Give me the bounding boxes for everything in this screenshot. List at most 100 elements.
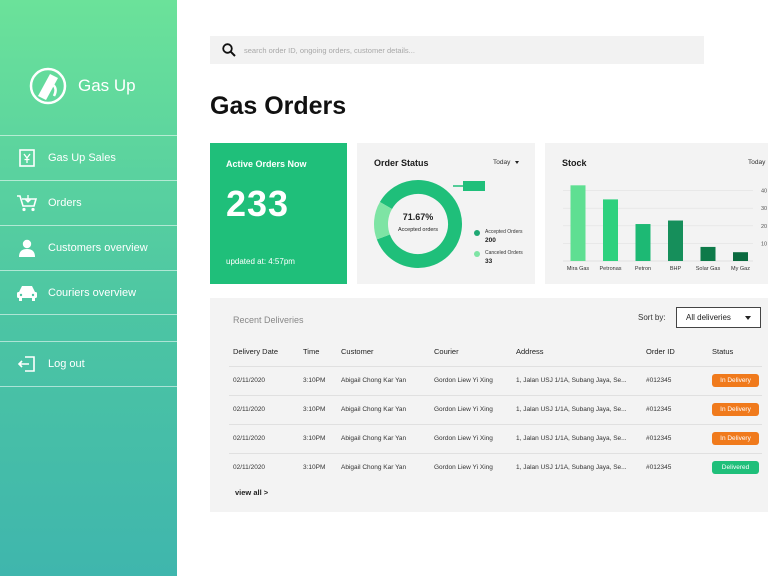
bar-bhp: [668, 220, 683, 261]
deliveries-table: Delivery Date Time Customer Courier Addr…: [229, 338, 762, 482]
bar-my-gaz: [733, 252, 748, 261]
active-orders-title: Active Orders Now: [226, 159, 307, 169]
column-header: Delivery Date: [233, 347, 279, 357]
status-badge: In Delivery: [712, 374, 759, 387]
y-tick-label: 30: [761, 206, 767, 212]
sidebar-item-label: Customers overview: [48, 242, 148, 254]
sidebar: Gas Up Gas Up Sales Orders Customers ove…: [0, 0, 177, 576]
cell-customer: Abigail Chong Kar Yan: [337, 365, 430, 395]
cell-time: 3:10PM: [299, 452, 337, 482]
cell-courier: Gordon Liew Yi Xing: [430, 365, 512, 395]
sidebar-divider: [0, 386, 177, 387]
x-tick-label: Solar Gas: [696, 266, 721, 272]
cell-date: 02/11/2020: [229, 452, 299, 482]
legend-canceled: Canceled Orders 33: [474, 250, 523, 265]
sidebar-item-gas-up-sales[interactable]: Gas Up Sales: [0, 135, 177, 180]
bar-solar-gas: [700, 246, 716, 261]
cell-courier: Gordon Liew Yi Xing: [430, 452, 512, 482]
cell-date: 02/11/2020: [229, 365, 299, 395]
cell-customer: Abigail Chong Kar Yan: [337, 423, 430, 453]
logout-icon: [16, 353, 38, 375]
legend-accepted: Accepted Orders 200: [474, 229, 523, 244]
donut-callout: [463, 181, 485, 191]
column-header: Order ID: [646, 347, 675, 357]
cell-address: 1, Jalan USJ 1/1A, Subang Jaya, Se...: [512, 394, 642, 424]
search-icon[interactable]: [214, 36, 244, 64]
sales-icon: [16, 147, 38, 169]
table-row[interactable]: 02/11/2020 3:10PM Abigail Chong Kar Yan …: [229, 423, 762, 453]
sidebar-item-orders[interactable]: Orders: [0, 180, 177, 225]
x-tick-label: Petronas: [599, 266, 621, 272]
car-icon: [16, 282, 38, 304]
sort-label: Sort by:: [638, 313, 666, 322]
column-header: Courier: [434, 347, 459, 357]
bar-petronas: [603, 199, 618, 261]
x-tick-label: BHP: [670, 266, 682, 272]
y-tick-label: 10: [761, 241, 767, 247]
donut-percent: 71.67%: [402, 212, 434, 222]
legend-label: Canceled Orders: [485, 250, 523, 256]
cell-address: 1, Jalan USJ 1/1A, Subang Jaya, Se...: [512, 452, 642, 482]
recent-deliveries-title: Recent Deliveries: [233, 315, 304, 325]
cell-courier: Gordon Liew Yi Xing: [430, 423, 512, 453]
logout-button[interactable]: Log out: [0, 341, 177, 386]
brand-logo[interactable]: Gas Up: [28, 66, 136, 106]
search-input[interactable]: [244, 45, 664, 55]
active-orders-updated: updated at: 4:57pm: [226, 257, 295, 266]
gas-up-logo-icon: [29, 67, 67, 105]
sidebar-item-label: Gas Up Sales: [48, 152, 116, 164]
bar-mira-gas: [570, 185, 586, 261]
cart-icon: [16, 192, 38, 214]
x-tick-label: Mira Gas: [567, 266, 590, 272]
table-row[interactable]: 02/11/2020 3:10PM Abigail Chong Kar Yan …: [229, 452, 762, 482]
search-bar: [210, 36, 704, 64]
table-header-row: Delivery Date Time Customer Courier Addr…: [229, 338, 762, 366]
legend-dot: [474, 230, 480, 236]
cell-order-id: #012345: [642, 423, 708, 453]
status-badge: In Delivery: [712, 403, 759, 416]
legend-label: Accepted Orders: [485, 229, 523, 235]
table-row[interactable]: 02/11/2020 3:10PM Abigail Chong Kar Yan …: [229, 365, 762, 395]
cell-customer: Abigail Chong Kar Yan: [337, 394, 430, 424]
cell-date: 02/11/2020: [229, 423, 299, 453]
bar-petron: [635, 224, 651, 261]
y-tick-label: 20: [761, 224, 767, 230]
cell-order-id: #012345: [642, 365, 708, 395]
legend-dot: [474, 251, 480, 257]
active-orders-count: 233: [226, 183, 290, 224]
logout-label: Log out: [48, 358, 85, 370]
page-title: Gas Orders: [210, 92, 347, 120]
cell-time: 3:10PM: [299, 423, 337, 453]
sidebar-item-label: Orders: [48, 197, 82, 209]
cell-address: 1, Jalan USJ 1/1A, Subang Jaya, Se...: [512, 423, 642, 453]
cell-order-id: #012345: [642, 452, 708, 482]
stock-card: Stock Today 40 30 20 10 Mira Gas Petronas Petr…: [545, 143, 768, 284]
cell-customer: Abigail Chong Kar Yan: [337, 452, 430, 482]
x-tick-label: Petron: [635, 266, 651, 272]
column-header: Customer: [341, 347, 374, 357]
sidebar-divider: [0, 314, 177, 315]
stock-bar-chart: 40 30 20 10 Mira Gas Petronas Petron BHP Solar G…: [563, 185, 767, 272]
cell-date: 02/11/2020: [229, 394, 299, 424]
column-header: Status: [712, 347, 734, 357]
legend-value: 200: [485, 237, 496, 244]
column-header: Time: [303, 347, 320, 357]
chevron-down-icon: [745, 315, 751, 320]
user-icon: [16, 237, 38, 259]
brand-name: Gas Up: [78, 76, 136, 95]
sort-dropdown[interactable]: All deliveries: [676, 307, 761, 328]
cell-time: 3:10PM: [299, 365, 337, 395]
table-row[interactable]: 02/11/2020 3:10PM Abigail Chong Kar Yan …: [229, 394, 762, 424]
sidebar-item-customers-overview[interactable]: Customers overview: [0, 225, 177, 270]
active-orders-card: Active Orders Now 233 updated at: 4:57pm: [210, 143, 347, 284]
order-status-card: Order Status Today 71.67% Accepted order…: [357, 143, 535, 284]
sort-value: All deliveries: [686, 313, 731, 322]
view-all-link[interactable]: view all >: [235, 488, 268, 497]
sidebar-item-couriers-overview[interactable]: Couriers overview: [0, 270, 177, 315]
recent-deliveries-panel: Recent Deliveries Sort by: All deliverie…: [210, 298, 768, 512]
y-tick-label: 40: [761, 189, 767, 195]
donut-center-label: Accepted orders: [397, 227, 439, 233]
sidebar-item-label: Couriers overview: [48, 287, 137, 299]
cell-time: 3:10PM: [299, 394, 337, 424]
column-header: Address: [516, 347, 544, 357]
